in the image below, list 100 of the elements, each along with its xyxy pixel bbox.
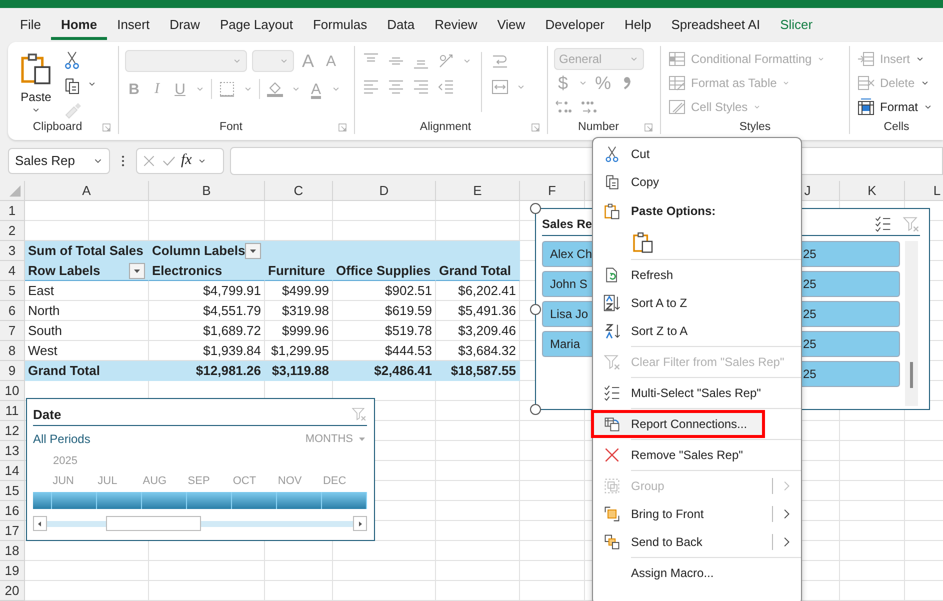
row-header[interactable]: 12 bbox=[0, 421, 25, 441]
ribbon-tab[interactable]: Formulas bbox=[302, 10, 378, 40]
clear-filter-icon[interactable] bbox=[351, 406, 367, 422]
menu-item[interactable]: Refresh bbox=[593, 261, 801, 289]
scroll-thumb[interactable] bbox=[106, 516, 201, 531]
paste-icon bbox=[603, 202, 621, 220]
ribbon-tab[interactable]: File bbox=[10, 10, 51, 40]
row-header[interactable]: 1 bbox=[0, 201, 25, 221]
row-header[interactable]: 7 bbox=[0, 321, 25, 341]
ribbon-command[interactable]: Format bbox=[856, 96, 937, 118]
menu-item[interactable]: Send to Back bbox=[593, 528, 801, 556]
column-header[interactable]: E bbox=[436, 181, 520, 201]
slicer-item[interactable]: 25 bbox=[802, 271, 900, 297]
multi-select-icon[interactable] bbox=[874, 215, 892, 233]
row-header[interactable]: 14 bbox=[0, 461, 25, 481]
month-label: AUG bbox=[142, 475, 168, 487]
row-header[interactable]: 10 bbox=[0, 381, 25, 401]
ribbon-tab[interactable]: Developer bbox=[535, 10, 614, 40]
ribbon-tab[interactable]: Review bbox=[424, 10, 488, 40]
table-cell: Office Supplies bbox=[333, 261, 436, 281]
ribbon-tab[interactable]: Spreadsheet AI bbox=[661, 10, 770, 40]
scissors-icon[interactable] bbox=[62, 50, 82, 70]
row-header[interactable]: 2 bbox=[0, 221, 25, 241]
ribbon-tab[interactable]: View bbox=[487, 10, 536, 40]
row-header[interactable]: 17 bbox=[0, 521, 25, 541]
insert-function-button[interactable]: fx bbox=[181, 152, 192, 169]
scrollbar-track[interactable] bbox=[905, 241, 918, 406]
name-box[interactable]: Sales Rep bbox=[8, 148, 110, 174]
timeline-bar[interactable] bbox=[33, 492, 367, 509]
table-cell: $12,981.26 bbox=[149, 361, 265, 381]
row-header[interactable]: 3 bbox=[0, 241, 25, 261]
row-header[interactable]: 6 bbox=[0, 301, 25, 321]
scroll-left-button[interactable] bbox=[33, 516, 47, 531]
column-header[interactable]: A bbox=[25, 181, 149, 201]
column-header[interactable]: B bbox=[149, 181, 265, 201]
group-label: Cells bbox=[882, 121, 910, 133]
insert-cells-icon bbox=[856, 49, 876, 69]
ribbon-tab[interactable]: Insert bbox=[107, 10, 160, 40]
row-header[interactable]: 5 bbox=[0, 281, 25, 301]
menu-item[interactable]: Bring to Front bbox=[593, 500, 801, 528]
group-label: Alignment bbox=[418, 121, 472, 133]
scroll-thumb[interactable] bbox=[910, 362, 913, 388]
paste-button[interactable]: Paste bbox=[14, 48, 58, 120]
row-header[interactable]: 19 bbox=[0, 561, 25, 581]
copy-icon bbox=[603, 173, 621, 191]
table-cell bbox=[840, 561, 905, 581]
menu-item[interactable]: Cut bbox=[593, 140, 801, 168]
ribbon-tab[interactable]: Data bbox=[377, 10, 425, 40]
column-header[interactable]: F bbox=[520, 181, 585, 201]
slicer-item[interactable]: Maria bbox=[542, 331, 592, 357]
column-header[interactable]: L bbox=[905, 181, 943, 201]
ribbon-tab[interactable]: Draw bbox=[160, 10, 210, 40]
filter-dropdown[interactable] bbox=[245, 242, 261, 258]
column-header[interactable]: C bbox=[265, 181, 333, 201]
clear-filter-icon bbox=[603, 353, 621, 371]
clear-filter-icon[interactable] bbox=[902, 215, 920, 233]
menu-item[interactable]: Remove "Sales Rep" bbox=[593, 441, 801, 469]
slicer-title: Sales Re bbox=[542, 217, 592, 231]
row-header[interactable]: 20 bbox=[0, 581, 25, 601]
send-to-back-icon bbox=[603, 533, 621, 551]
row-header[interactable]: 13 bbox=[0, 441, 25, 461]
row-header[interactable]: 9 bbox=[0, 361, 25, 381]
dialog-launcher-icon[interactable] bbox=[101, 122, 112, 132]
slicer-item[interactable]: 25 bbox=[802, 331, 900, 357]
menu-item[interactable]: Sort Z to A bbox=[593, 317, 801, 345]
month-label: OCT bbox=[232, 475, 258, 487]
row-header[interactable]: 4 bbox=[0, 261, 25, 281]
slicer-item[interactable]: 25 bbox=[802, 241, 900, 267]
paste-icon[interactable] bbox=[631, 230, 655, 254]
timeline-title: Date bbox=[33, 406, 62, 422]
column-header[interactable]: K bbox=[840, 181, 905, 201]
month-label: JUN bbox=[52, 475, 75, 487]
row-header[interactable]: 15 bbox=[0, 481, 25, 501]
menu-item[interactable]: Assign Macro... bbox=[593, 559, 801, 587]
scroll-right-button[interactable] bbox=[353, 516, 367, 531]
delete-cells-icon bbox=[856, 73, 876, 93]
ribbon-tab[interactable]: Help bbox=[614, 10, 662, 40]
menu-item[interactable]: Multi-Select "Sales Rep" bbox=[593, 379, 801, 407]
menu-item[interactable]: Sort A to Z bbox=[593, 289, 801, 317]
row-header[interactable]: 16 bbox=[0, 501, 25, 521]
slicer-item[interactable]: 25 bbox=[802, 361, 900, 387]
format-as-table-icon bbox=[667, 73, 687, 93]
row-header[interactable]: 11 bbox=[0, 401, 25, 421]
ribbon-tab[interactable]: Slicer bbox=[770, 10, 823, 40]
slicer-item[interactable]: Lisa Jo bbox=[542, 301, 592, 327]
group-label: Font bbox=[218, 121, 244, 133]
table-cell: Grand Total bbox=[436, 261, 520, 281]
table-cell: $619.59 bbox=[333, 301, 436, 321]
period-label: All Periods bbox=[33, 432, 90, 446]
menu-item[interactable]: Report Connections... bbox=[591, 410, 765, 438]
ribbon-tab[interactable]: Page Layout bbox=[210, 10, 303, 40]
resize-handle[interactable] bbox=[530, 304, 541, 315]
slicer-item[interactable]: 25 bbox=[802, 301, 900, 327]
column-header[interactable]: D bbox=[333, 181, 436, 201]
filter-dropdown[interactable] bbox=[129, 262, 145, 278]
select-all-icon[interactable] bbox=[8, 184, 22, 198]
slicer-item[interactable]: Alex Ch bbox=[542, 241, 592, 267]
slicer-item[interactable]: John S bbox=[542, 271, 592, 297]
row-header[interactable]: 8 bbox=[0, 341, 25, 361]
row-header[interactable]: 18 bbox=[0, 541, 25, 561]
